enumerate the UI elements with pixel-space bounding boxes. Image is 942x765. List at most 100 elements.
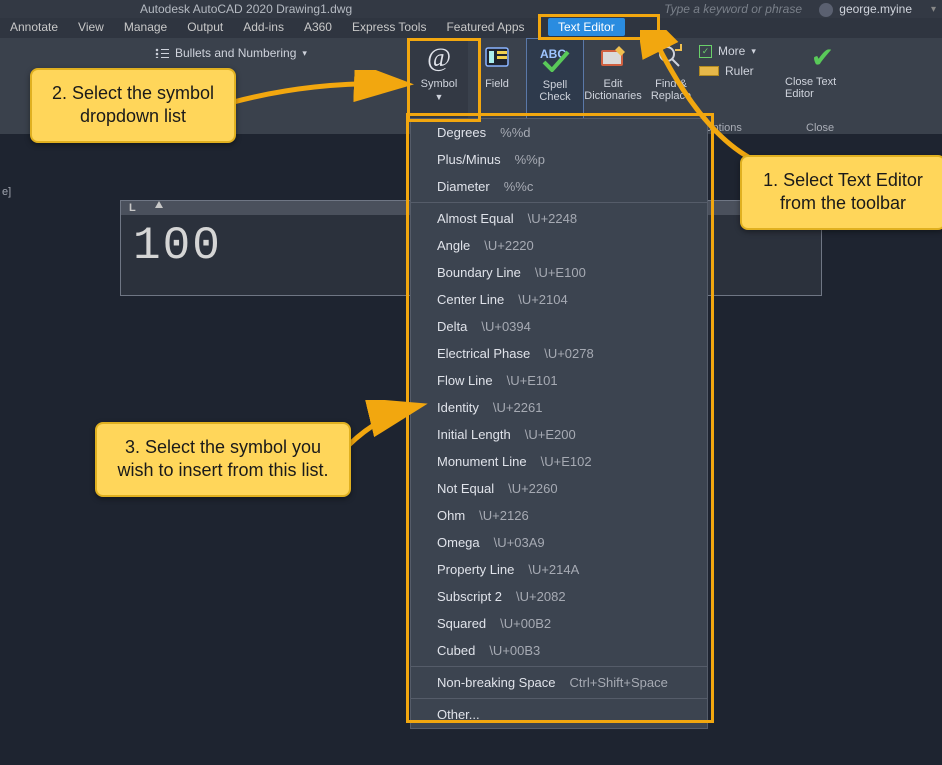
callout-3: 3. Select the symbol you wish to insert … — [95, 422, 351, 497]
symbol-menu-item[interactable]: Ohm\U+2126 — [411, 502, 707, 529]
field-icon — [484, 44, 510, 73]
spell-check-icon: ABC — [540, 44, 570, 75]
callout-2: 2. Select the symbol dropdown list — [30, 68, 236, 143]
more-label: More — [718, 44, 745, 58]
symbol-item-label: Delta — [437, 319, 467, 334]
symbol-item-code: \U+E100 — [535, 265, 586, 280]
menu-manage[interactable]: Manage — [114, 18, 177, 36]
symbol-item-label: Omega — [437, 535, 480, 550]
symbol-item-label: Almost Equal — [437, 211, 514, 226]
symbol-item-label: Boundary Line — [437, 265, 521, 280]
symbol-item-label: Not Equal — [437, 481, 494, 496]
user-name[interactable]: george.myine — [819, 2, 912, 17]
ruler-toggle[interactable]: Ruler — [699, 64, 773, 78]
callout-1: 1. Select Text Editor from the toolbar — [740, 155, 942, 230]
symbol-item-label: Ohm — [437, 508, 465, 523]
symbol-item-label: Plus/Minus — [437, 152, 501, 167]
spell-check-label: Spell Check — [527, 79, 583, 103]
symbol-menu-item[interactable]: Initial Length\U+E200 — [411, 421, 707, 448]
symbol-item-label: Center Line — [437, 292, 504, 307]
mtext-value: 100 — [133, 220, 222, 272]
symbol-menu-item[interactable]: Subscript 2\U+2082 — [411, 583, 707, 610]
symbol-menu-item[interactable]: Electrical Phase \U+0278 — [411, 340, 707, 367]
symbol-item-code: \U+2261 — [493, 400, 543, 415]
menu-output[interactable]: Output — [177, 18, 233, 36]
symbol-item-code: \U+00B3 — [489, 643, 540, 658]
menu-separator — [411, 698, 707, 699]
ruler-label: Ruler — [725, 64, 754, 78]
symbol-menu-item[interactable]: Delta\U+0394 — [411, 313, 707, 340]
symbol-item-label: Identity — [437, 400, 479, 415]
symbol-menu-item[interactable]: Diameter %%c — [411, 173, 707, 200]
close-text-editor-button[interactable]: Close Text Editor — [785, 76, 860, 100]
symbol-item-code: \U+E101 — [507, 373, 558, 388]
symbol-menu-item[interactable]: Omega\U+03A9 — [411, 529, 707, 556]
symbol-item-code: \U+2260 — [508, 481, 558, 496]
tab-text-editor[interactable]: Text Editor — [548, 18, 625, 36]
symbol-menu-item[interactable]: Cubed\U+00B3 — [411, 637, 707, 664]
at-icon: @ — [427, 43, 451, 73]
symbol-item-label: Subscript 2 — [437, 589, 502, 604]
symbol-button-label: Symbol — [421, 78, 458, 90]
symbol-item-label: Monument Line — [437, 454, 527, 469]
menu-addins[interactable]: Add-ins — [233, 18, 294, 36]
more-dropdown[interactable]: ✓ More ▾ — [699, 44, 773, 58]
field-button-label: Field — [485, 78, 509, 90]
edit-dictionaries-label: Edit Dictionaries — [584, 78, 642, 102]
close-panel-label: Close — [806, 122, 834, 134]
symbol-item-code: %%p — [515, 152, 545, 167]
spell-check-button[interactable]: ABC Spell Check — [526, 38, 584, 120]
ruler-indent-marker[interactable] — [155, 201, 163, 208]
symbol-menu-item[interactable]: Degrees%%d — [411, 119, 707, 146]
chevron-down-icon: ▾ — [302, 48, 307, 59]
symbol-item-label: Diameter — [437, 179, 490, 194]
symbol-menu-item[interactable]: Identity \U+2261 — [411, 394, 707, 421]
bullets-icon — [155, 48, 169, 58]
ruler-left-marker: L — [129, 202, 136, 214]
search-hint[interactable]: Type a keyword or phrase — [664, 2, 802, 16]
field-button[interactable]: Field — [468, 38, 526, 120]
symbol-dropdown-menu: Degrees%%d Plus/Minus %%p Diameter %%c Almost… — [410, 118, 708, 729]
symbol-menu-item[interactable]: Property Line \U+214A — [411, 556, 707, 583]
symbol-menu-item[interactable]: Center Line \U+2104 — [411, 286, 707, 313]
symbol-item-code: \U+2220 — [484, 238, 534, 253]
symbol-button[interactable]: @ Symbol ▼ — [410, 38, 468, 120]
chevron-down-icon[interactable]: ▾ — [931, 4, 936, 15]
menu-express[interactable]: Express Tools — [342, 18, 436, 36]
symbol-item-label: Electrical Phase — [437, 346, 530, 361]
symbol-item-label: Squared — [437, 616, 486, 631]
menu-bar: Annotate View Manage Output Add-ins A360… — [0, 18, 942, 38]
symbol-menu-item[interactable]: Almost Equal\U+2248 — [411, 205, 707, 232]
symbol-menu-item[interactable]: Squared\U+00B2 — [411, 610, 707, 637]
bullets-label: Bullets and Numbering — [175, 46, 296, 60]
edit-dictionaries-button[interactable]: Edit Dictionaries — [584, 38, 642, 120]
symbol-item-code: \U+0278 — [544, 346, 594, 361]
chevron-down-icon: ▾ — [751, 46, 756, 57]
ruler-icon — [699, 66, 719, 76]
symbol-menu-item[interactable]: Angle\U+2220 — [411, 232, 707, 259]
bullets-dropdown[interactable]: Bullets and Numbering ▾ — [155, 46, 405, 60]
symbol-menu-item[interactable]: Flow Line\U+E101 — [411, 367, 707, 394]
find-replace-icon — [657, 44, 685, 73]
symbol-menu-item[interactable]: Boundary Line \U+E100 — [411, 259, 707, 286]
symbol-menu-item[interactable]: Monument Line \U+E102 — [411, 448, 707, 475]
menu-view[interactable]: View — [68, 18, 114, 36]
symbol-item-code: \U+2104 — [518, 292, 568, 307]
symbol-menu-item[interactable]: Non-breaking SpaceCtrl+Shift+Space — [411, 669, 707, 696]
menu-featured[interactable]: Featured Apps — [436, 18, 534, 36]
symbol-item-code: Ctrl+Shift+Space — [570, 675, 668, 690]
symbol-item-code: \U+E102 — [541, 454, 592, 469]
symbol-item-label: Initial Length — [437, 427, 511, 442]
menu-annotate[interactable]: Annotate — [0, 18, 68, 36]
menu-a360[interactable]: A360 — [294, 18, 342, 36]
symbol-menu-item[interactable]: Plus/Minus %%p — [411, 146, 707, 173]
symbol-menu-other[interactable]: Other... — [411, 701, 707, 728]
find-replace-button[interactable]: Find & Replace — [642, 38, 700, 120]
symbol-menu-item[interactable]: Not Equal \U+2260 — [411, 475, 707, 502]
symbol-item-label: Property Line — [437, 562, 514, 577]
menu-separator — [411, 666, 707, 667]
symbol-item-code: %%c — [504, 179, 534, 194]
symbol-item-code: \U+214A — [528, 562, 579, 577]
check-icon: ✓ — [699, 45, 712, 58]
find-replace-label: Find & Replace — [642, 78, 700, 102]
